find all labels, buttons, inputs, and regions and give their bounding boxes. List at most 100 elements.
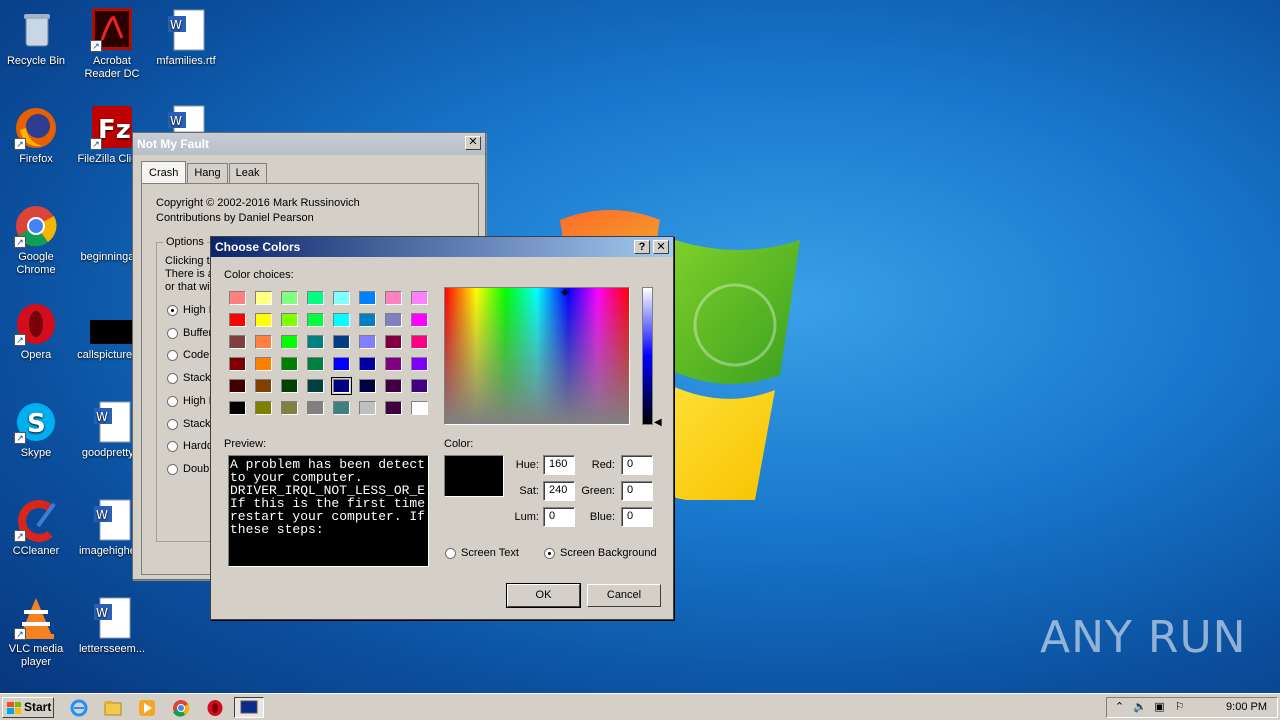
color-swatch[interactable]	[229, 313, 246, 327]
taskbar-window-button[interactable]	[234, 697, 264, 718]
crash-option-radio[interactable]: Stack	[167, 371, 211, 386]
chevron-up-icon[interactable]: ⌃	[1113, 701, 1126, 714]
color-swatch[interactable]	[255, 401, 272, 415]
color-swatch[interactable]	[281, 291, 298, 305]
hue-input[interactable]: 160	[543, 455, 575, 475]
media-player-icon[interactable]	[138, 699, 156, 717]
desktop-icon-recycle-bin[interactable]: Recycle Bin	[1, 8, 71, 68]
color-swatch[interactable]	[307, 357, 324, 371]
desktop-icon-skype[interactable]: S ↗ Skype	[1, 400, 71, 460]
color-swatch[interactable]	[307, 379, 324, 393]
flag-icon[interactable]: ⚐	[1173, 701, 1186, 714]
network-icon[interactable]: ▣	[1153, 701, 1166, 714]
chrome-icon[interactable]	[172, 699, 190, 717]
color-swatch[interactable]	[333, 335, 350, 349]
color-swatch[interactable]	[411, 291, 428, 305]
desktop-icon-lettersseem[interactable]: W lettersseem...	[77, 596, 147, 656]
color-swatch[interactable]	[229, 335, 246, 349]
color-swatch[interactable]	[385, 379, 402, 393]
tab-crash[interactable]: Crash	[141, 161, 187, 183]
color-swatch[interactable]	[331, 377, 352, 395]
color-swatch[interactable]	[359, 357, 376, 371]
luminosity-slider[interactable]	[642, 287, 653, 425]
start-button[interactable]: Start	[2, 697, 54, 718]
close-button[interactable]: ✕	[465, 136, 481, 150]
tab-hang[interactable]: Hang	[187, 163, 228, 183]
help-button[interactable]: ?	[634, 240, 650, 254]
color-swatch[interactable]	[281, 401, 298, 415]
ok-button[interactable]: OK	[506, 583, 581, 608]
color-swatch[interactable]	[229, 401, 246, 415]
desktop-icon-ccleaner[interactable]: ↗ CCleaner	[1, 498, 71, 558]
color-swatch[interactable]	[307, 335, 324, 349]
desktop-icon-firefox[interactable]: ↗ Firefox	[1, 106, 71, 166]
volume-icon[interactable]: 🔈	[1133, 701, 1147, 714]
color-swatch[interactable]	[385, 357, 402, 371]
color-swatch[interactable]	[385, 291, 402, 305]
desktop-icon-opera[interactable]: ↗ Opera	[1, 302, 71, 362]
crash-option-radio[interactable]: Hardc	[167, 439, 212, 454]
close-button[interactable]: ✕	[653, 240, 669, 254]
color-swatch[interactable]	[307, 401, 324, 415]
color-swatch[interactable]	[411, 313, 428, 327]
crash-option-radio[interactable]: Doubl	[167, 462, 212, 477]
option-label: Stack	[183, 372, 211, 384]
color-swatch[interactable]	[281, 313, 298, 327]
color-swatch[interactable]	[255, 357, 272, 371]
color-swatch[interactable]	[255, 335, 272, 349]
color-swatch[interactable]	[385, 401, 402, 415]
color-swatch[interactable]	[359, 401, 376, 415]
color-swatch[interactable]	[281, 379, 298, 393]
color-swatch[interactable]	[333, 313, 350, 327]
color-swatch[interactable]	[307, 313, 324, 327]
color-swatch[interactable]	[281, 357, 298, 371]
ie-icon[interactable]	[70, 699, 88, 717]
crash-option-radio[interactable]: Code	[167, 348, 209, 363]
color-swatch[interactable]	[411, 357, 428, 371]
color-swatch[interactable]	[359, 335, 376, 349]
desktop-icon-mfamilies[interactable]: W mfamilies.rtf	[151, 8, 221, 68]
color-spectrum[interactable]	[444, 287, 630, 425]
choose-colors-titlebar[interactable]: Choose Colors ? ✕	[211, 237, 673, 257]
color-swatch[interactable]	[255, 291, 272, 305]
color-swatch[interactable]	[385, 313, 402, 327]
opera-icon[interactable]	[206, 699, 224, 717]
cancel-button[interactable]: Cancel	[587, 584, 661, 607]
desktop-icon-chrome[interactable]: ↗ Google Chrome	[1, 204, 71, 277]
color-swatch[interactable]	[385, 335, 402, 349]
color-swatch[interactable]	[307, 291, 324, 305]
desktop-icon-acrobat[interactable]: ↗ Acrobat Reader DC	[77, 8, 147, 81]
crash-option-radio[interactable]: Buffer	[167, 326, 212, 341]
screen-text-radio[interactable]: Screen Text	[445, 547, 519, 559]
color-swatch[interactable]	[229, 291, 246, 305]
color-swatch[interactable]	[411, 401, 428, 415]
color-swatch[interactable]	[359, 379, 376, 393]
explorer-icon[interactable]	[104, 699, 122, 717]
tab-leak[interactable]: Leak	[228, 163, 267, 183]
green-input[interactable]: 0	[621, 481, 653, 501]
color-swatch[interactable]	[255, 379, 272, 393]
sat-input[interactable]: 240	[543, 481, 575, 501]
color-swatch[interactable]	[359, 291, 376, 305]
color-swatch[interactable]	[255, 313, 272, 327]
color-swatch[interactable]	[281, 335, 298, 349]
color-swatch[interactable]	[359, 313, 376, 327]
color-swatch[interactable]	[333, 291, 350, 305]
color-swatch[interactable]	[411, 379, 428, 393]
crash-option-radio[interactable]: Stack	[167, 417, 211, 432]
clock[interactable]: 9:00 PM	[1226, 701, 1267, 713]
blue-input[interactable]: 0	[621, 507, 653, 527]
color-swatch[interactable]	[229, 379, 246, 393]
notmyfault-titlebar[interactable]: Not My Fault ✕	[133, 133, 485, 155]
color-swatch[interactable]	[333, 357, 350, 371]
screen-background-radio[interactable]: Screen Background	[544, 547, 657, 559]
desktop-icon-vlc[interactable]: ↗ VLC media player	[1, 596, 71, 669]
red-input[interactable]: 0	[621, 455, 653, 475]
color-swatch[interactable]	[411, 335, 428, 349]
crash-option-radio[interactable]: High I	[167, 394, 212, 409]
luminosity-arrow-icon[interactable]: ◀	[654, 417, 662, 428]
crash-option-radio[interactable]: High I	[167, 303, 212, 318]
color-swatch[interactable]	[333, 401, 350, 415]
lum-input[interactable]: 0	[543, 507, 575, 527]
color-swatch[interactable]	[229, 357, 246, 371]
